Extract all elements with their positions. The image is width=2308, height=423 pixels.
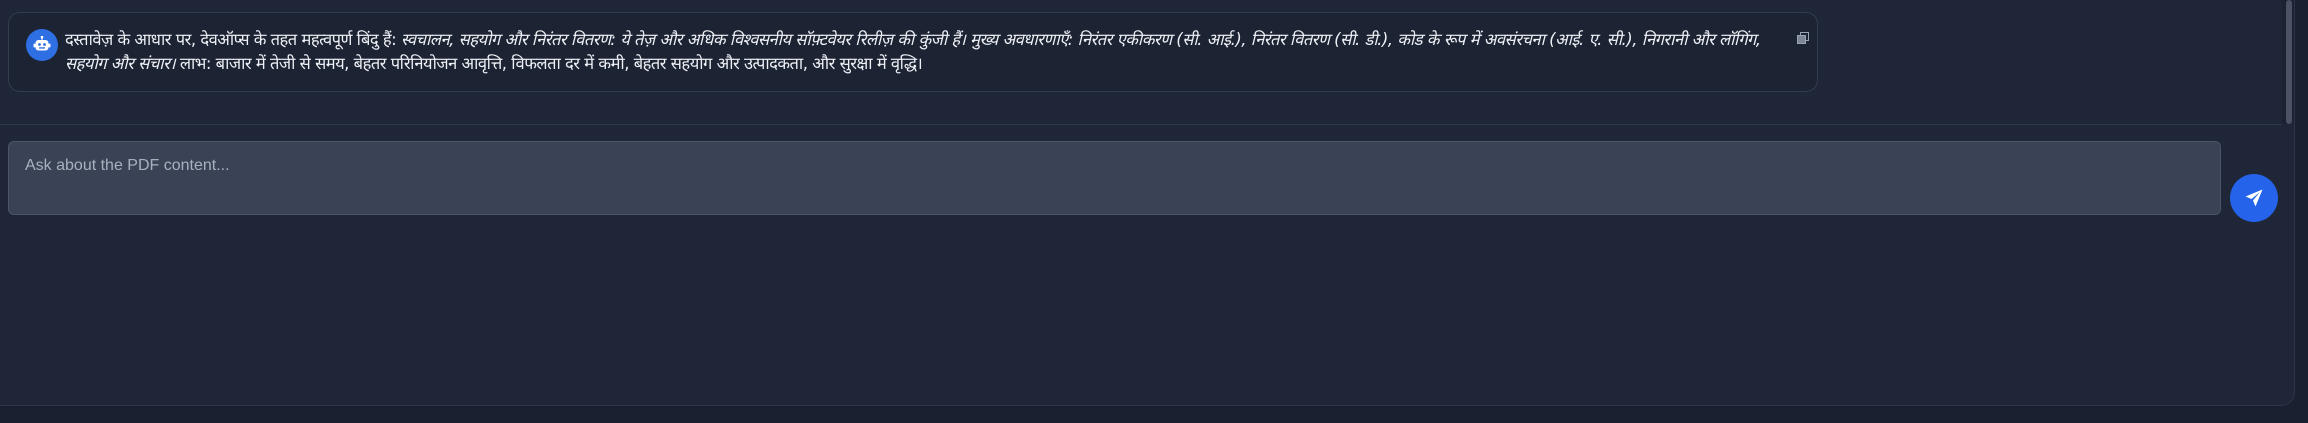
chat-panel: दस्तावेज़ के आधार पर, देवऑप्स के तहत महत… xyxy=(0,0,2295,406)
scrollbar-thumb[interactable] xyxy=(2286,0,2292,124)
chat-input-container xyxy=(8,141,2221,215)
message-benefits: लाभ: बाजार में तेजी से समय, बेहतर परिनिय… xyxy=(175,54,923,73)
message-scrollbar[interactable] xyxy=(2282,0,2294,124)
assistant-message: दस्तावेज़ के आधार पर, देवऑप्स के तहत महत… xyxy=(8,12,1818,92)
message-list[interactable]: दस्तावेज़ के आधार पर, देवऑप्स के तहत महत… xyxy=(0,0,2282,125)
send-button[interactable] xyxy=(2230,174,2278,222)
robot-icon xyxy=(26,29,58,61)
send-icon xyxy=(2245,189,2263,207)
assistant-message-text: दस्तावेज़ के आधार पर, देवऑप्स के तहत महत… xyxy=(65,28,1805,76)
chat-input[interactable] xyxy=(9,142,2220,214)
message-intro: दस्तावेज़ के आधार पर, देवऑप्स के तहत महत… xyxy=(65,30,401,49)
copy-icon[interactable] xyxy=(1797,29,1809,44)
